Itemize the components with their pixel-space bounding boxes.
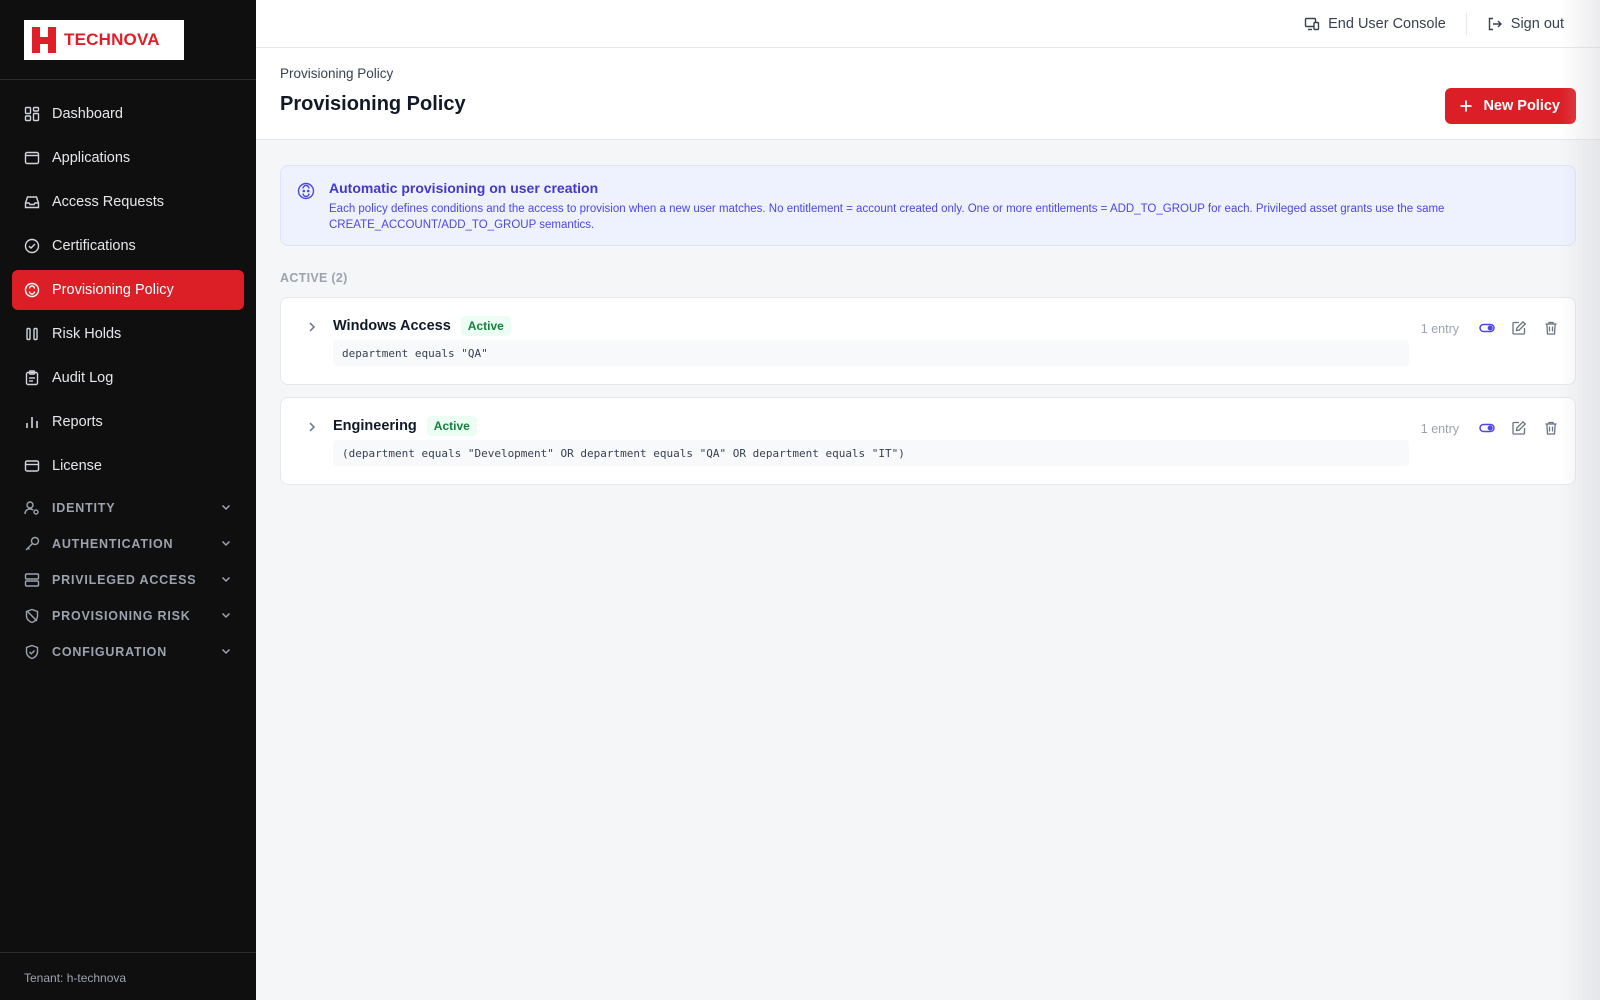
nav-group-identity[interactable]: IDENTITY: [12, 490, 244, 526]
info-bot-icon: [297, 182, 315, 200]
sidebar-item-label: Dashboard: [52, 106, 123, 122]
chevron-right-icon[interactable]: [305, 420, 319, 434]
sidebar-item-label: License: [52, 458, 102, 474]
sidebar-item-access-requests[interactable]: Access Requests: [12, 182, 244, 222]
sidebar-item-audit-log[interactable]: Audit Log: [12, 358, 244, 398]
toggle-icon[interactable]: [1479, 320, 1495, 336]
info-banner: Automatic provisioning on user creation …: [280, 165, 1576, 246]
policy-name[interactable]: Windows Access: [333, 318, 451, 334]
sign-out-icon: [1488, 17, 1502, 30]
sidebar: TECHNOVA Dashboard Applications Access R…: [0, 0, 256, 1000]
nav-group-privileged-access[interactable]: PRIVILEGED ACCESS: [12, 562, 244, 598]
chevron-right-icon[interactable]: [305, 320, 319, 334]
chevron-down-icon: [220, 645, 232, 660]
sidebar-item-risk-holds[interactable]: Risk Holds: [12, 314, 244, 354]
sidebar-nav: Dashboard Applications Access Requests C…: [0, 80, 256, 670]
nav-group-label: CONFIGURATION: [52, 645, 168, 659]
nav-group-label: PROVISIONING RISK: [52, 609, 191, 623]
nav-group-label: AUTHENTICATION: [52, 537, 174, 551]
toggle-icon[interactable]: [1479, 420, 1495, 436]
pause-icon: [24, 326, 40, 342]
new-policy-button[interactable]: New Policy: [1445, 88, 1576, 124]
sign-out-label: Sign out: [1510, 15, 1564, 32]
nav-group-configuration[interactable]: CONFIGURATION: [12, 634, 244, 670]
provisioning-icon: [24, 282, 40, 298]
sidebar-item-reports[interactable]: Reports: [12, 402, 244, 442]
sidebar-item-dashboard[interactable]: Dashboard: [12, 94, 244, 134]
breadcrumb[interactable]: Provisioning Policy: [280, 66, 1576, 81]
chevron-down-icon: [220, 609, 232, 624]
brand-logo[interactable]: TECHNOVA: [24, 20, 184, 60]
key-icon: [24, 536, 40, 552]
sign-out-button[interactable]: Sign out: [1487, 16, 1564, 32]
policy-condition: (department equals "Development" OR depa…: [333, 440, 1409, 466]
sidebar-item-certifications[interactable]: Certifications: [12, 226, 244, 266]
entry-count: 1 entry: [1420, 322, 1459, 336]
shield-slash-icon: [24, 608, 40, 624]
sidebar-item-label: Certifications: [52, 238, 136, 254]
devices-icon: [1304, 17, 1320, 30]
info-title: Automatic provisioning on user creation: [329, 180, 599, 196]
page-title: Provisioning Policy: [280, 93, 466, 115]
check-circle-icon: [24, 238, 40, 254]
trash-icon[interactable]: [1543, 420, 1559, 436]
status-badge: Active: [460, 316, 511, 336]
sidebar-item-label: Applications: [52, 150, 131, 166]
page-header: Provisioning Policy Provisioning Policy …: [256, 48, 1600, 140]
dashboard-icon: [24, 106, 40, 122]
chevron-down-icon: [220, 573, 232, 588]
nav-group-label: PRIVILEGED ACCESS: [52, 573, 197, 587]
plus-icon: [1460, 100, 1472, 112]
sidebar-item-label: Reports: [52, 414, 103, 430]
edit-icon[interactable]: [1511, 420, 1527, 436]
sidebar-item-label: Access Requests: [52, 194, 165, 210]
end-user-console-button[interactable]: End User Console: [1304, 16, 1446, 32]
info-text: Each policy defines conditions and the a…: [329, 203, 1445, 231]
section-label: ACTIVE (2): [280, 271, 348, 285]
end-user-console-label: End User Console: [1328, 15, 1446, 32]
policy-name-row: Engineering Active: [333, 416, 477, 436]
policy-name-row: Windows Access Active: [333, 316, 511, 336]
bar-chart-icon: [24, 414, 40, 430]
chevron-down-icon: [220, 537, 232, 552]
chevron-down-icon: [220, 501, 232, 516]
logo-mark-icon: [32, 27, 56, 53]
main-content: Automatic provisioning on user creation …: [280, 165, 1576, 485]
policy-name[interactable]: Engineering: [333, 418, 417, 434]
sidebar-item-label: Risk Holds: [52, 326, 122, 342]
scroll-edge-shadow: [1560, 0, 1600, 1000]
nav-group-provisioning-risk[interactable]: PROVISIONING RISK: [12, 598, 244, 634]
edit-icon[interactable]: [1511, 320, 1527, 336]
top-bar: End User Console Sign out: [256, 0, 1600, 48]
entry-count: 1 entry: [1420, 422, 1459, 436]
sidebar-item-provisioning-policy[interactable]: Provisioning Policy: [12, 270, 244, 310]
nav-group-label: IDENTITY: [52, 501, 116, 515]
trash-icon[interactable]: [1543, 320, 1559, 336]
shield-check-icon: [24, 644, 40, 660]
nav-group-authentication[interactable]: AUTHENTICATION: [12, 526, 244, 562]
applications-icon: [24, 150, 40, 166]
server-icon: [24, 572, 40, 588]
card-icon: [24, 458, 40, 474]
sidebar-item-license[interactable]: License: [12, 446, 244, 486]
policy-card: Windows Access Active department equals …: [280, 297, 1576, 385]
sidebar-item-label: Audit Log: [52, 370, 114, 386]
brand-name: TECHNOVA: [64, 30, 160, 49]
status-badge: Active: [426, 416, 477, 436]
new-policy-label: New Policy: [1483, 98, 1560, 114]
user-gear-icon: [24, 500, 40, 516]
policy-condition: department equals "QA": [333, 340, 1409, 366]
inbox-icon: [24, 194, 40, 210]
policy-card: Engineering Active (department equals "D…: [280, 397, 1576, 485]
divider: [1465, 12, 1467, 35]
sidebar-item-label: Provisioning Policy: [52, 282, 174, 298]
clipboard-icon: [24, 370, 40, 386]
sidebar-item-applications[interactable]: Applications: [12, 138, 244, 178]
tenant-label: Tenant: h-technova: [0, 952, 256, 1000]
logo-area: TECHNOVA: [0, 0, 256, 80]
